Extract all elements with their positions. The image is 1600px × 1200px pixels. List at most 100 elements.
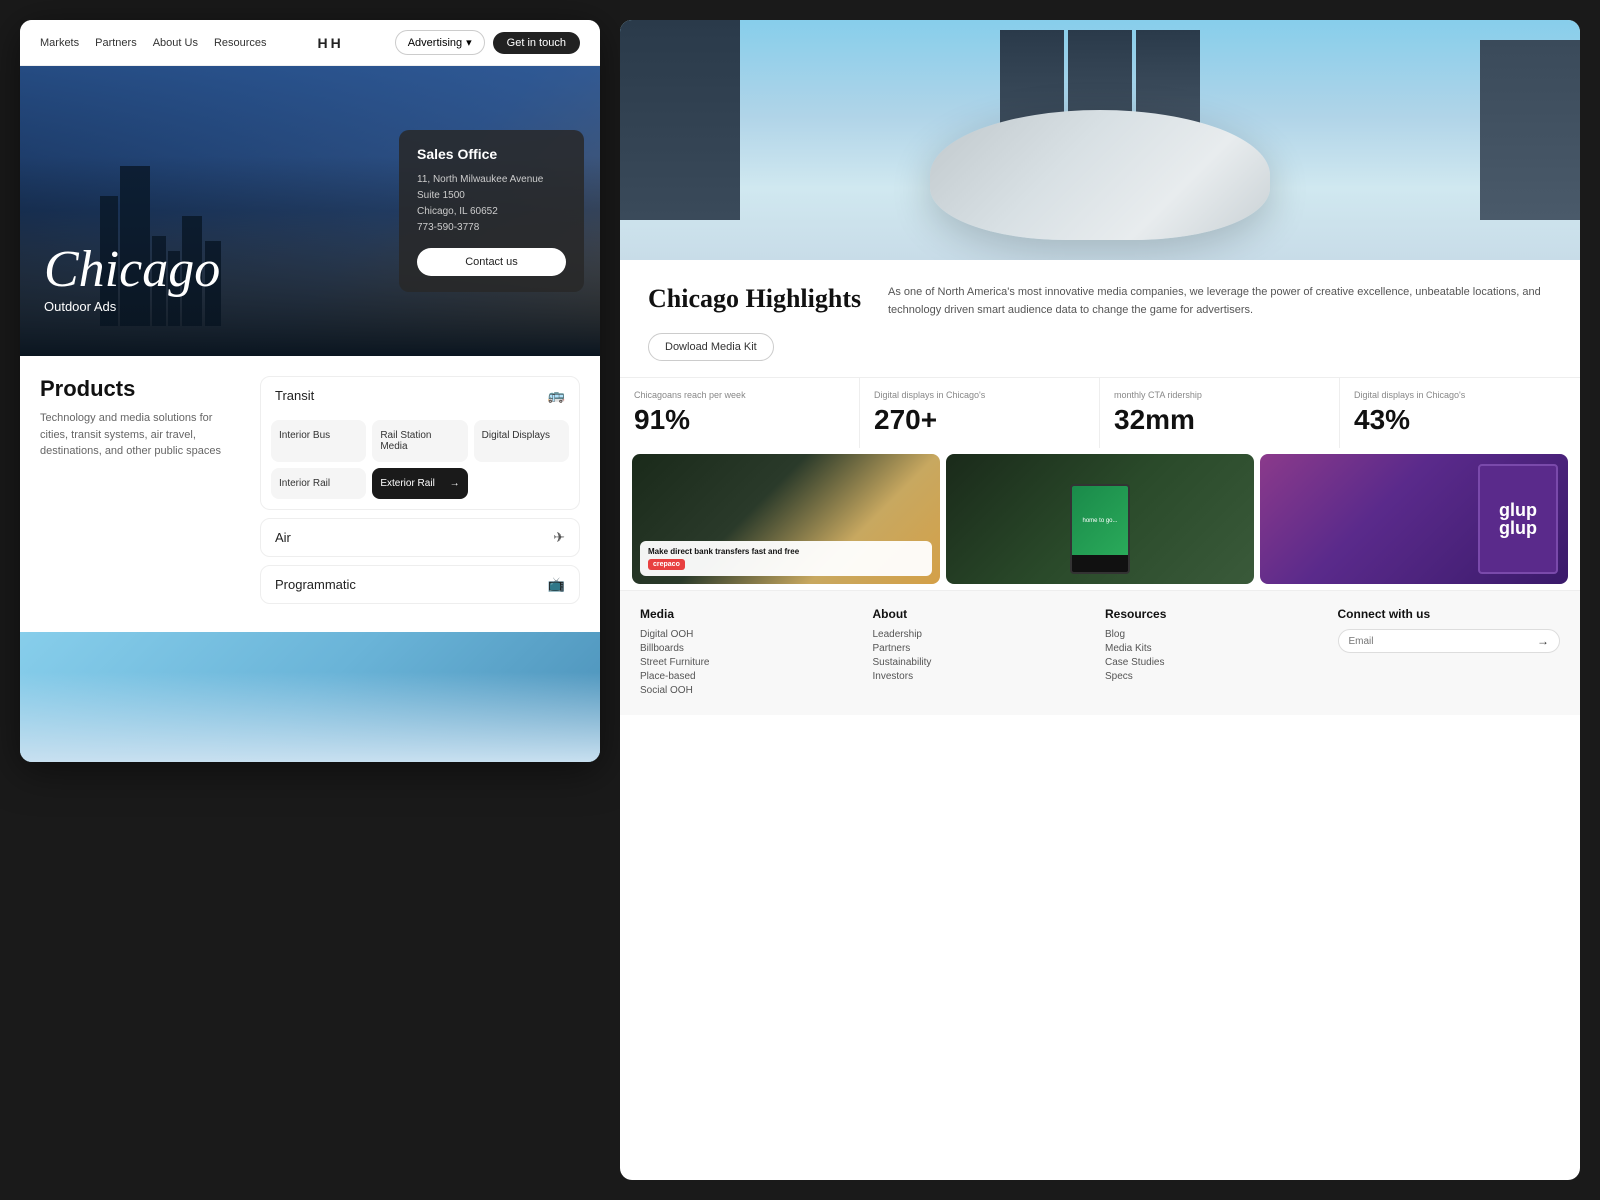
footer-partners[interactable]: Partners [873,643,1096,654]
footer-specs[interactable]: Specs [1105,671,1328,682]
gallery-image-2: home to go... [946,454,1254,584]
programmatic-label: Programmatic [275,577,356,592]
products-title: Products [40,376,240,402]
footer-street-furniture[interactable]: Street Furniture [640,657,863,668]
products-left: Products Technology and media solutions … [40,376,240,612]
programmatic-header[interactable]: Programmatic 📺 [261,566,579,603]
highlights-desc-col: As one of North America's most innovativ… [888,284,1552,319]
footer-blog[interactable]: Blog [1105,629,1328,640]
footer-media: Media Digital OOH Billboards Street Furn… [640,607,863,699]
browser-window: Markets Partners About Us Resources HH A… [20,20,600,762]
bank-transfer-ad: Make direct bank transfers fast and free… [640,541,932,576]
stats-row: Chicagoans reach per week 91% Digital di… [620,377,1580,448]
highlights-row: Chicago Highlights As one of North Ameri… [648,284,1552,319]
transit-label: Transit [275,388,314,403]
footer-social-ooh[interactable]: Social OOH [640,685,863,696]
stat-displays-value: 270+ [874,404,1085,436]
footer-about: About Leadership Partners Sustainability… [873,607,1096,699]
footer-sustainability[interactable]: Sustainability [873,657,1096,668]
bottom-buildings [20,672,600,762]
get-in-touch-button[interactable]: Get in touch [493,32,580,54]
stat-reach-value: 91% [634,404,845,436]
products-description: Technology and media solutions for citie… [40,410,240,460]
programmatic-icon: 📺 [548,576,565,593]
footer-media-kits[interactable]: Media Kits [1105,643,1328,654]
products-right: Transit 🚌 Interior Bus Rail Station Medi… [260,376,580,612]
transit-item-digital-displays[interactable]: Digital Displays [474,420,569,462]
footer-about-title: About [873,607,1096,621]
nav-about[interactable]: About Us [153,37,198,49]
advertising-button[interactable]: Advertising ▾ [395,30,485,55]
left-skyscraper [620,20,740,220]
footer-resources-title: Resources [1105,607,1328,621]
footer-case-studies[interactable]: Case Studies [1105,657,1328,668]
contact-us-button[interactable]: Contact us [417,248,566,276]
glup-advertisement: glup glup [1478,464,1558,574]
transit-item-exterior-rail[interactable]: Exterior Rail → [372,468,467,499]
footer-resources: Resources Blog Media Kits Case Studies S… [1105,607,1328,699]
footer-place-based[interactable]: Place-based [640,671,863,682]
sales-office-address: 11, North Milwaukee Avenue Suite 1500 Ch… [417,172,566,236]
nav-resources[interactable]: Resources [214,37,267,49]
highlights-title-col: Chicago Highlights [648,284,868,314]
glup-brand-text-2: glup [1499,519,1537,537]
hero-subtitle: Outdoor Ads [44,299,116,314]
stat-reach: Chicagoans reach per week 91% [620,378,860,448]
transit-item-interior-rail[interactable]: Interior Rail [271,468,366,499]
stat-displays-2-label: Digital displays in Chicago's [1354,390,1566,400]
bottom-city-image [20,632,600,762]
stat-displays: Digital displays in Chicago's 270+ [860,378,1100,448]
ad-text: Make direct bank transfers fast and free [648,547,924,556]
air-category: Air ✈ [260,518,580,557]
email-subscribe-row[interactable]: → [1338,629,1561,653]
nav-markets[interactable]: Markets [40,37,79,49]
stat-displays-label: Digital displays in Chicago's [874,390,1085,400]
footer-connect: Connect with us → [1338,607,1561,699]
footer-media-title: Media [640,607,863,621]
chevron-down-icon: ▾ [466,36,472,49]
photo-gallery: Make direct bank transfers fast and free… [620,448,1580,590]
gallery-image-1: Make direct bank transfers fast and free… [632,454,940,584]
stat-ridership-label: monthly CTA ridership [1114,390,1325,400]
right-content: Chicago Highlights As one of North Ameri… [620,20,1580,1180]
highlights-title: Chicago Highlights [648,284,868,314]
left-panel: Markets Partners About Us Resources HH A… [0,0,620,1200]
stat-ridership: monthly CTA ridership 32mm [1100,378,1340,448]
transit-category: Transit 🚌 Interior Bus Rail Station Medi… [260,376,580,510]
advertising-label: Advertising [408,37,462,49]
stat-displays-2-value: 43% [1354,404,1566,436]
footer-leadership[interactable]: Leadership [873,629,1096,640]
email-input[interactable] [1349,636,1538,647]
products-section: Products Technology and media solutions … [20,356,600,632]
stat-reach-label: Chicagoans reach per week [634,390,845,400]
gallery-overlay-1: Make direct bank transfers fast and free… [632,533,940,584]
footer-investors[interactable]: Investors [873,671,1096,682]
right-skyscraper [1480,40,1580,220]
bean-sculpture [930,110,1270,240]
download-media-kit-button[interactable]: Dowload Media Kit [648,333,774,361]
transit-item-interior-bus[interactable]: Interior Bus [271,420,366,462]
air-icon: ✈ [553,529,565,546]
navbar: Markets Partners About Us Resources HH A… [20,20,600,66]
submit-email-arrow-icon[interactable]: → [1537,634,1549,648]
transit-header[interactable]: Transit 🚌 [261,377,579,414]
footer-digital-ooh[interactable]: Digital OOH [640,629,863,640]
footer-billboards[interactable]: Billboards [640,643,863,654]
air-header[interactable]: Air ✈ [261,519,579,556]
stat-displays-2: Digital displays in Chicago's 43% [1340,378,1580,448]
right-panel: Chicago Highlights As one of North Ameri… [620,0,1600,1200]
display-screen: home to go... [1072,486,1128,555]
hero-city-title: Chicago [44,244,220,296]
transit-item-rail-station[interactable]: Rail Station Media [372,420,467,462]
sales-office-card: Sales Office 11, North Milwaukee Avenue … [399,130,584,292]
transit-items: Interior Bus Rail Station Media Digital … [261,414,579,509]
highlights-description: As one of North America's most innovativ… [888,284,1552,319]
footer-connect-title: Connect with us [1338,607,1561,621]
ad-badge: crepaco [648,559,685,570]
sales-office-title: Sales Office [417,146,566,162]
programmatic-category: Programmatic 📺 [260,565,580,604]
nav-partners[interactable]: Partners [95,37,137,49]
glup-brand-text: glup [1499,501,1537,519]
footer: Media Digital OOH Billboards Street Furn… [620,590,1580,715]
gallery-image-3: glup glup [1260,454,1568,584]
